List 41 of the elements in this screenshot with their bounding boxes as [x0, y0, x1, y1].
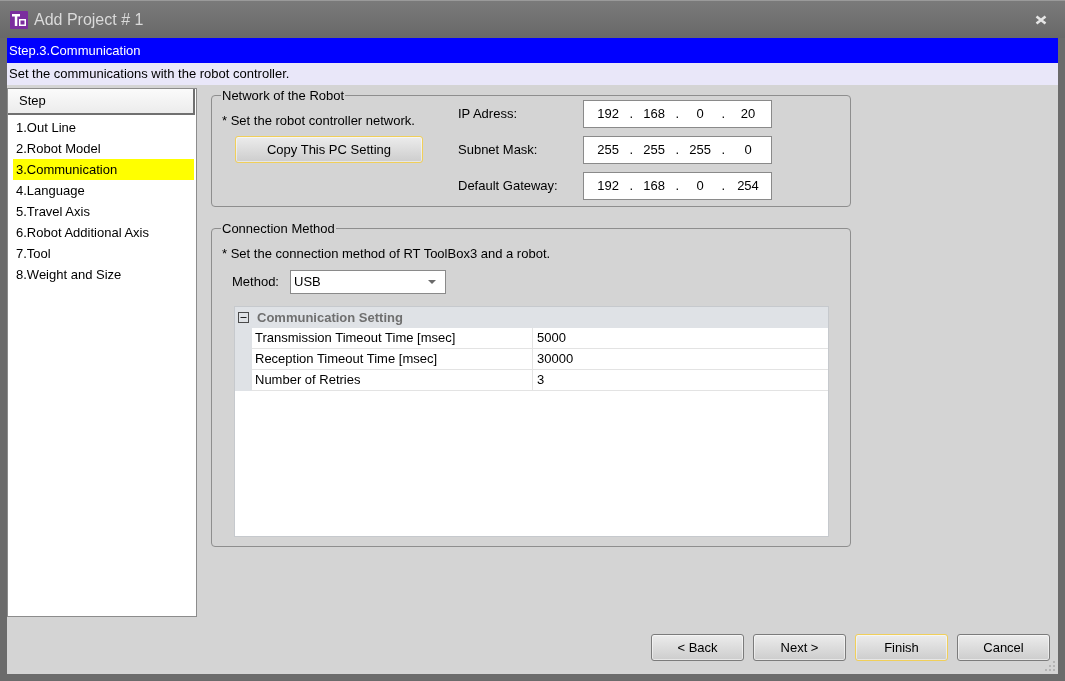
wizard-button[interactable]: < Back — [651, 634, 744, 661]
collapse-icon[interactable] — [238, 312, 249, 323]
group-title: Network of the Robot — [221, 88, 346, 103]
step-title: Step.3.Communication — [9, 41, 141, 60]
step-item[interactable]: 2.Robot Model — [13, 138, 194, 159]
property-value[interactable]: 3 — [533, 370, 828, 391]
category-title: Communication Setting — [257, 308, 403, 327]
column-header: Step — [8, 89, 195, 115]
step-item[interactable]: 4.Language — [13, 180, 194, 201]
ip-address-field[interactable]: 192 . 168 . 0 . 20 — [583, 100, 772, 128]
app-icon — [10, 10, 28, 29]
step-item[interactable]: 8.Weight and Size — [13, 264, 194, 285]
step-item[interactable]: 6.Robot Additional Axis — [13, 222, 194, 243]
field-label: IP Adress: — [458, 105, 518, 124]
wizard-button[interactable]: Finish — [855, 634, 948, 661]
step-item[interactable]: 3.Communication — [13, 159, 194, 180]
close-icon[interactable] — [1035, 14, 1047, 25]
copy-settings-button[interactable]: Copy This PC Setting — [235, 136, 423, 163]
method-dropdown[interactable]: USB — [290, 270, 446, 294]
field-label: Subnet Mask: — [458, 141, 539, 160]
resize-grip-icon[interactable] — [1045, 661, 1056, 672]
step-description: Set the communications with the robot controller. — [9, 65, 290, 84]
group-title: Connection Method — [221, 221, 336, 236]
wizard-button[interactable]: Cancel — [957, 634, 1050, 661]
property-name: Reception Timeout Time [msec] — [252, 349, 533, 370]
step-item[interactable]: 5.Travel Axis — [13, 201, 194, 222]
property-name: Number of Retries — [252, 370, 533, 391]
property-name: Transmission Timeout Time [msec] — [252, 328, 533, 349]
group-note: * Set the connection method of RT ToolBox3 and a robot. — [222, 246, 551, 261]
property-value[interactable]: 5000 — [533, 328, 828, 349]
wizard-button[interactable]: Next > — [753, 634, 846, 661]
step-item[interactable]: 1.Out Line — [13, 117, 194, 138]
caret-icon[interactable] — [428, 280, 436, 284]
property-value[interactable]: 30000 — [533, 349, 828, 370]
field-label: Method: — [232, 273, 280, 292]
ip-address-field[interactable]: 255 . 255 . 255 . 0 — [583, 136, 772, 164]
field-label: Default Gateway: — [458, 177, 559, 196]
window-title: Add Project # 1 — [34, 9, 144, 30]
ip-address-field[interactable]: 192 . 168 . 0 . 254 — [583, 172, 772, 200]
group-note: * Set the robot controller network. — [222, 113, 415, 128]
step-item[interactable]: 7.Tool — [13, 243, 194, 264]
